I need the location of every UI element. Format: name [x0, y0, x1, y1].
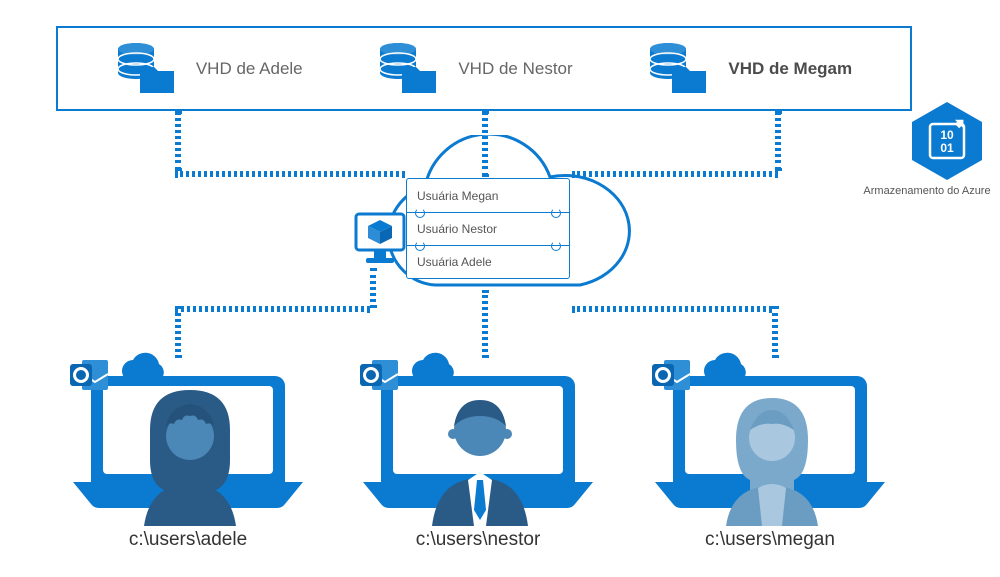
connector-line	[175, 306, 181, 358]
user-station-megan: c:\users\megan	[640, 370, 900, 515]
connector-line	[482, 290, 488, 358]
cloud-mini-icon	[118, 352, 170, 388]
cloud-user-label: Usuária Adele	[417, 255, 492, 269]
vhd-label: VHD de Nestor	[458, 59, 572, 79]
database-folder-icon	[116, 41, 178, 96]
cloud-user-label: Usuária Megan	[417, 189, 498, 203]
connector-line	[175, 111, 181, 171]
user-path-label: c:\users\megan	[640, 529, 900, 551]
vhd-label: VHD de Adele	[196, 59, 303, 79]
cloud-users-list: Usuária Megan Usuário Nestor Usuária Ade…	[406, 178, 570, 279]
user-path-label: c:\users\nestor	[348, 529, 608, 551]
cloud-user-label: Usuário Nestor	[417, 222, 497, 236]
vhd-item-megam: VHD de Megam	[648, 41, 852, 96]
user-avatar-nestor	[420, 386, 540, 526]
azure-storage-label: Armazenamento do Azure	[862, 185, 992, 197]
svg-text:10: 10	[940, 128, 954, 142]
outlook-icon	[650, 354, 692, 396]
connector-line	[175, 306, 370, 312]
vhd-label: VHD de Megam	[728, 59, 852, 79]
azure-storage-icon: 10 01	[910, 100, 984, 182]
cloud-user-row: Usuária Adele	[407, 245, 569, 278]
user-avatar-adele	[130, 386, 250, 526]
svg-text:01: 01	[940, 141, 954, 155]
connector-line	[772, 306, 778, 358]
cloud-user-row: Usuária Megan	[407, 179, 569, 212]
cloud-mini-icon	[700, 352, 752, 388]
user-station-nestor: c:\users\nestor	[348, 370, 608, 515]
vhd-item-adele: VHD de Adele	[116, 41, 303, 96]
outlook-icon	[68, 354, 110, 396]
outlook-icon	[358, 354, 400, 396]
cloud-mini-icon	[408, 352, 460, 388]
vhd-item-nestor: VHD de Nestor	[378, 41, 572, 96]
user-path-label: c:\users\adele	[58, 529, 318, 551]
user-avatar-megan	[712, 386, 832, 526]
connector-line	[370, 268, 376, 308]
vhd-storage-container: VHD de Adele VHD de Nestor VHD de Megam	[56, 26, 912, 111]
connector-line	[572, 306, 772, 312]
cloud-user-row: Usuário Nestor	[407, 212, 569, 245]
user-station-adele: c:\users\adele	[58, 370, 318, 515]
database-folder-icon	[648, 41, 710, 96]
connector-line	[775, 111, 781, 171]
vm-monitor-icon	[352, 210, 408, 266]
database-folder-icon	[378, 41, 440, 96]
